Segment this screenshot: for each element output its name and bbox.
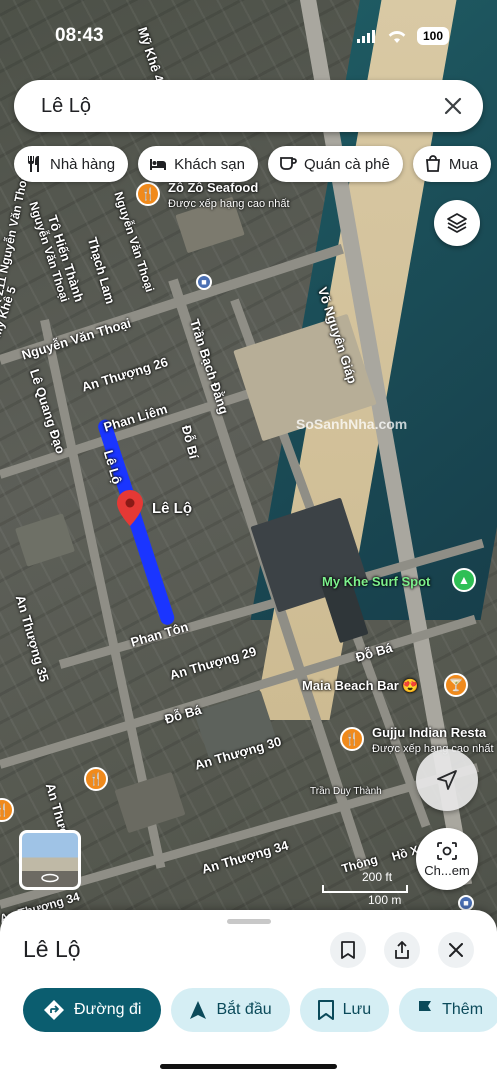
signal-icon — [356, 29, 375, 43]
search-bar[interactable]: Lê Lộ — [14, 80, 483, 132]
my-location-button[interactable] — [416, 749, 478, 811]
layers-button[interactable] — [434, 200, 480, 246]
chip-label: Quán cà phê — [303, 155, 390, 173]
location-pin-icon[interactable] — [117, 490, 143, 526]
home-indicator[interactable] — [160, 1064, 337, 1069]
navigation-arrow-icon — [190, 1001, 207, 1019]
street-label: Mỹ Khê 5 — [0, 284, 19, 340]
search-query[interactable]: Lê Lộ — [41, 95, 441, 118]
scale-metric: 100 m — [368, 893, 402, 907]
street-label: Đỗ Bí — [178, 423, 202, 461]
restaurant-poi-icon[interactable]: 🍴 — [84, 767, 108, 791]
close-icon — [449, 943, 463, 957]
search-here-label: Ch...em — [424, 862, 470, 878]
restaurant-poi-icon[interactable]: 🍴 — [136, 182, 160, 206]
place-sheet[interactable]: Lê Lộ Đường đi Bắt đầu Lưu Thêm — [0, 910, 497, 1080]
chip-hotels[interactable]: Khách sạn — [138, 146, 258, 182]
street-label: Phan Tôn — [128, 618, 190, 650]
scale-imperial: 200 ft — [362, 870, 393, 884]
rotate-360-icon — [41, 873, 59, 883]
save-button[interactable]: Lưu — [299, 988, 390, 1032]
place-title: Lê Lộ — [23, 936, 81, 962]
wifi-icon — [388, 30, 406, 43]
search-here-button[interactable]: Ch...em — [416, 828, 478, 890]
save-icon-button[interactable] — [330, 932, 366, 968]
street-label: An Thượng 26 — [79, 354, 170, 395]
bookmark-icon — [317, 1000, 334, 1020]
directions-icon — [44, 1000, 64, 1020]
add-label-button[interactable]: Thêm — [399, 988, 497, 1032]
flag-icon — [419, 1001, 432, 1019]
street-label: An Thượng 35 — [12, 593, 52, 684]
add-label: Thêm — [442, 1001, 484, 1018]
street-label: An Thượng 29 — [167, 643, 259, 683]
chip-label: Khách sạn — [174, 155, 245, 173]
bed-icon — [150, 159, 167, 170]
poi-name[interactable]: My Khe Surf Spot — [322, 574, 430, 589]
layers-icon — [447, 213, 467, 233]
start-label: Bắt đầu — [216, 1001, 272, 1018]
directions-button[interactable]: Đường đi — [23, 988, 162, 1032]
restaurant-poi-icon[interactable]: 🍴 — [0, 798, 14, 822]
coffee-icon — [280, 157, 297, 170]
navigation-arrow-icon — [437, 770, 457, 790]
poi-name[interactable]: Maia Beach Bar 😍 — [302, 678, 419, 694]
close-icon[interactable] — [441, 94, 465, 118]
battery-indicator: 100 — [416, 27, 449, 45]
directions-label: Đường đi — [74, 1001, 142, 1018]
share-button[interactable] — [384, 932, 420, 968]
lens-icon — [437, 841, 457, 860]
restaurant-poi-icon[interactable]: 🍴 — [340, 727, 364, 751]
chip-label: Nhà hàng — [50, 155, 116, 173]
poi-subtitle: Được xếp hạng cao nhất — [168, 198, 290, 210]
bookmark-icon — [341, 941, 355, 959]
poi-name[interactable]: Zô Zô Seafood — [168, 180, 258, 195]
status-bar: 08:43 100 — [55, 22, 449, 50]
map-scale: 200 ft 100 m — [322, 870, 408, 907]
chip-coffee[interactable]: Quán cà phê — [267, 146, 403, 182]
watermark: SoSanhNha.com — [296, 416, 408, 432]
bar-poi-icon[interactable]: 🍸 — [444, 673, 468, 697]
category-chips: Nhà hàng Khách sạn Quán cà phê Mua — [14, 146, 492, 182]
clock: 08:43 — [55, 25, 104, 46]
save-label: Lưu — [342, 1001, 372, 1018]
surf-poi-icon[interactable]: ▲ — [452, 568, 476, 592]
building — [15, 513, 75, 567]
scale-bar — [322, 885, 408, 893]
sheet-drag-handle[interactable] — [227, 919, 271, 924]
chip-shopping[interactable]: Mua — [412, 146, 492, 182]
street-view-thumbnail[interactable] — [19, 830, 81, 890]
bus-stop-icon[interactable]: ■ — [458, 895, 474, 911]
poi-name[interactable]: Gujju Indian Resta — [372, 725, 486, 740]
street-label: Thạch Lam — [84, 235, 119, 306]
street-label: Trần Duy Thành — [310, 786, 382, 797]
building — [114, 771, 186, 834]
action-buttons: Đường đi Bắt đầu Lưu Thêm — [23, 988, 497, 1032]
start-button[interactable]: Bắt đầu — [171, 988, 290, 1032]
share-icon — [395, 941, 409, 959]
chip-label: Mua — [448, 155, 479, 173]
shopping-bag-icon — [425, 155, 440, 172]
street-label: Nguyễn Văn Thoại — [19, 315, 133, 363]
chip-restaurants[interactable]: Nhà hàng — [14, 146, 129, 182]
bus-stop-icon[interactable]: ■ — [196, 274, 212, 290]
close-button[interactable] — [438, 932, 474, 968]
street-label: Lê Lộ — [152, 500, 192, 517]
fork-knife-icon — [28, 156, 39, 172]
